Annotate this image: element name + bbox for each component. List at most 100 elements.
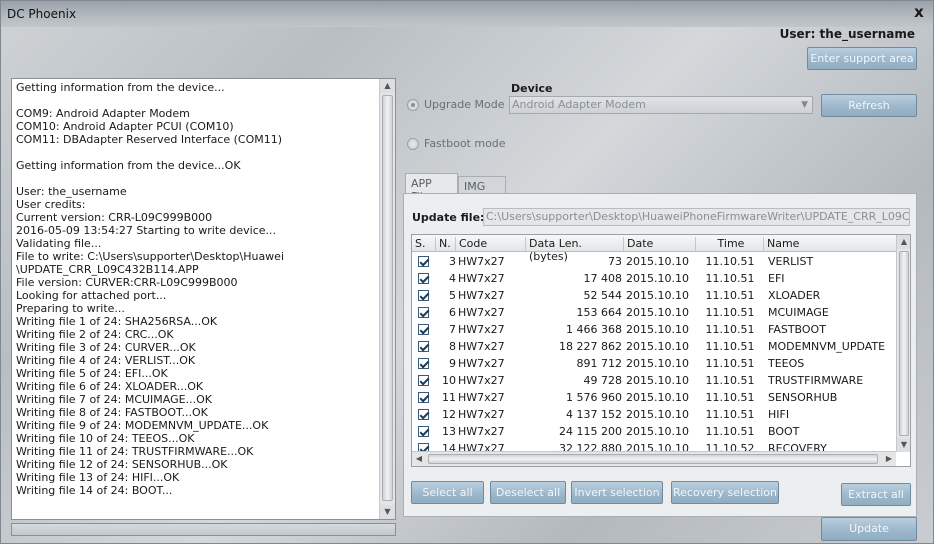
cell-n: 4 <box>449 272 456 285</box>
log-line: File to write: C:\Users\supporter\Deskto… <box>16 250 285 263</box>
cell-time: 11.10.51 <box>705 357 755 370</box>
cell-code: HW7x27 <box>458 340 505 353</box>
log-line: Getting information from the device... <box>16 81 225 94</box>
log-line: Writing file 1 of 24: SHA256RSA...OK <box>16 315 218 328</box>
log-line: Writing file 3 of 24: CURVER...OK <box>16 341 196 354</box>
row-checkbox[interactable] <box>418 375 429 386</box>
invert-selection-button[interactable]: Invert selection <box>571 481 663 504</box>
log-line: Writing file 7 of 24: MCUIMAGE...OK <box>16 393 212 406</box>
recovery-selection-button[interactable]: Recovery selection <box>671 481 779 504</box>
cell-data-len: 49 728 <box>583 374 623 387</box>
extract-all-button[interactable]: Extract all <box>841 483 911 506</box>
cell-date: 2015.10.10 <box>626 306 689 319</box>
row-checkbox[interactable] <box>418 307 429 318</box>
device-label: Device <box>511 82 553 95</box>
column-header-n[interactable]: N. <box>436 237 456 251</box>
cell-date: 2015.10.10 <box>626 374 689 387</box>
update-button[interactable]: Update <box>821 517 917 541</box>
cell-n: 6 <box>449 306 456 319</box>
cell-name: XLOADER <box>768 289 821 302</box>
tab-img-files[interactable]: IMG files <box>458 176 506 206</box>
enter-support-button[interactable]: Enter support area <box>807 47 917 70</box>
cell-data-len: 4 137 152 <box>566 408 622 421</box>
log-scroll-thumb[interactable] <box>382 95 393 501</box>
cell-name: TRUSTFIRMWARE <box>768 374 864 387</box>
row-checkbox[interactable] <box>418 324 429 335</box>
table-row[interactable]: 8 HW7x27 18 227 862 2015.10.10 11.10.51 MODEM… <box>412 338 896 355</box>
table-row[interactable]: 10 HW7x27 49 728 2015.10.10 11.10.51 TRUSTFIR… <box>412 372 896 389</box>
column-header-s[interactable]: S. <box>412 237 436 251</box>
table-row[interactable]: 5 HW7x27 52 544 2015.10.10 11.10.51 XLOADER <box>412 287 896 304</box>
column-header-name[interactable]: Name <box>764 237 896 251</box>
cell-date: 2015.10.10 <box>626 357 689 370</box>
scroll-up-icon[interactable]: ▲ <box>897 235 910 249</box>
upgrade-mode-radio[interactable]: Upgrade Mode <box>407 98 505 111</box>
table-row[interactable]: 4 HW7x27 17 408 2015.10.10 11.10.51 EFI <box>412 270 896 287</box>
log-line: Current version: CRR-L09C999B000 <box>16 211 213 224</box>
select-all-button[interactable]: Select all <box>411 481 484 504</box>
row-checkbox[interactable] <box>418 409 429 420</box>
title-bar[interactable]: DC Phoenix x <box>1 1 933 27</box>
cell-n: 12 <box>442 408 456 421</box>
table-row[interactable]: 9 HW7x27 891 712 2015.10.10 11.10.51 TEEOS <box>412 355 896 372</box>
cell-time: 11.10.51 <box>705 408 755 421</box>
table-header: S. N. Code Data Len. (bytes) Date Time N… <box>412 235 896 263</box>
cell-code: HW7x27 <box>458 391 505 404</box>
radio-selected-icon <box>407 98 419 111</box>
table-scroll-thumb[interactable] <box>899 251 909 436</box>
log-vertical-scrollbar[interactable]: ▲ ▼ <box>379 79 395 519</box>
row-checkbox[interactable] <box>418 256 429 267</box>
tab-app-files[interactable]: APP Files <box>405 173 458 203</box>
scroll-left-icon[interactable]: ◀ <box>412 452 426 466</box>
cell-data-len: 18 227 862 <box>559 340 622 353</box>
cell-name: TEEOS <box>768 357 805 370</box>
column-header-code[interactable]: Code <box>456 237 526 251</box>
table-row[interactable]: 11 HW7x27 1 576 960 2015.10.10 11.10.51 SENSO… <box>412 389 896 406</box>
table-vertical-scrollbar[interactable]: ▲ ▼ <box>896 235 910 452</box>
row-checkbox[interactable] <box>418 392 429 403</box>
cell-time: 11.10.51 <box>705 340 755 353</box>
cell-code: HW7x27 <box>458 306 505 319</box>
scroll-down-icon[interactable]: ▼ <box>897 438 910 452</box>
table-row[interactable]: 12 HW7x27 4 137 152 2015.10.10 11.10.51 HIFI <box>412 406 896 423</box>
row-checkbox[interactable] <box>418 341 429 352</box>
scroll-down-icon[interactable]: ▼ <box>380 505 395 519</box>
device-select[interactable]: Android Adapter Modem ▼ <box>509 96 813 114</box>
table-row[interactable]: 13 HW7x27 24 115 200 2015.10.10 11.10.51 BOOT <box>412 423 896 440</box>
table-row[interactable]: 3 HW7x27 73 2015.10.10 11.10.51 VERLIST <box>412 253 896 270</box>
table-row[interactable]: 6 HW7x27 153 664 2015.10.10 11.10.51 MCUIMAGE <box>412 304 896 321</box>
cell-name: MODEMNVM_UPDATE <box>768 340 886 353</box>
scroll-up-icon[interactable]: ▲ <box>380 79 395 93</box>
close-icon[interactable]: x <box>911 4 927 20</box>
column-header-date[interactable]: Date <box>624 237 696 251</box>
row-checkbox[interactable] <box>418 273 429 284</box>
cell-data-len: 153 664 <box>576 306 623 319</box>
cell-data-len: 1 466 368 <box>566 323 622 336</box>
row-checkbox[interactable] <box>418 426 429 437</box>
cell-time: 11.10.51 <box>705 323 755 336</box>
table-horizontal-scrollbar[interactable]: ◀ ▶ <box>412 451 896 466</box>
cell-date: 2015.10.10 <box>626 425 689 438</box>
log-panel: Getting information from the device... C… <box>11 78 396 520</box>
scroll-right-icon[interactable]: ▶ <box>882 452 896 466</box>
cell-time: 11.10.51 <box>705 272 755 285</box>
refresh-button[interactable]: Refresh <box>821 94 917 117</box>
row-checkbox[interactable] <box>418 290 429 301</box>
column-header-data-len[interactable]: Data Len. (bytes) <box>526 237 624 263</box>
table-hscroll-thumb[interactable] <box>428 454 878 464</box>
log-line: COM11: DBAdapter Reserved Interface (COM… <box>16 133 283 146</box>
row-checkbox[interactable] <box>418 358 429 369</box>
update-file-path[interactable]: C:\Users\supporter\Desktop\HuaweiPhoneFi… <box>483 208 910 226</box>
app-window: DC Phoenix x User: the_username Enter su… <box>0 0 934 544</box>
cell-code: HW7x27 <box>458 425 505 438</box>
cell-date: 2015.10.10 <box>626 272 689 285</box>
table-row[interactable]: 7 HW7x27 1 466 368 2015.10.10 11.10.51 FASTBO… <box>412 321 896 338</box>
cell-name: EFI <box>768 272 785 285</box>
deselect-all-button[interactable]: Deselect all <box>490 481 566 504</box>
fastboot-mode-radio[interactable]: Fastboot mode <box>407 137 506 150</box>
column-header-time[interactable]: Time <box>696 237 764 251</box>
cell-time: 11.10.51 <box>705 374 755 387</box>
cell-time: 11.10.51 <box>705 391 755 404</box>
